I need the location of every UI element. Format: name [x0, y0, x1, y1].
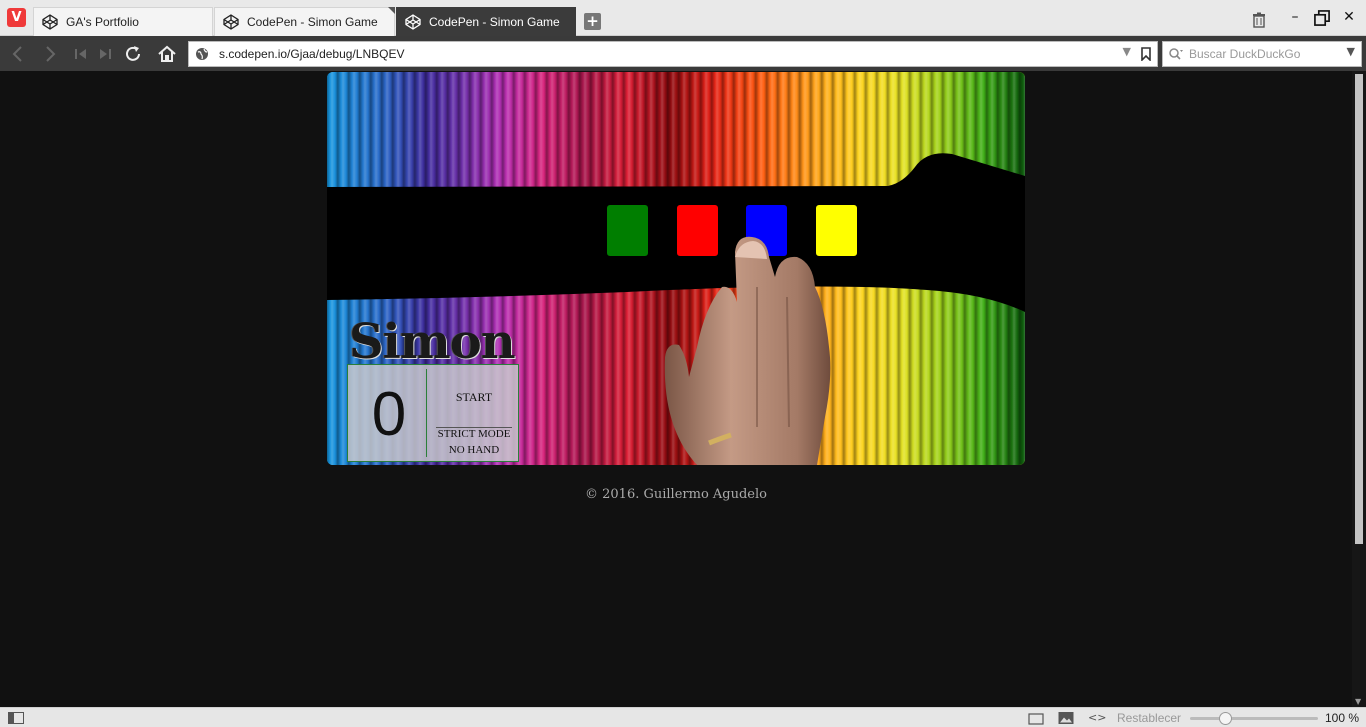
address-dropdown-icon[interactable]: ▼ [1123, 45, 1131, 58]
address-bar[interactable]: s.codepen.io/Gjaa/debug/LNBQEV ▼ [188, 41, 1158, 67]
search-placeholder: Buscar DuckDuckGo [1189, 47, 1301, 61]
bookmark-icon[interactable] [1141, 47, 1151, 61]
trash-icon[interactable] [1252, 12, 1266, 28]
minimize-icon[interactable]: – [1286, 8, 1304, 26]
tab-title: CodePen - Simon Game [429, 15, 560, 29]
tab-simon-game-active[interactable]: CodePen - Simon Game [396, 7, 576, 36]
control-panel: 0 START STRICT MODE NO HAND [347, 364, 519, 462]
codepen-icon [42, 14, 58, 30]
page-actions-icon[interactable]: <> [1088, 711, 1106, 725]
no-hand-button[interactable]: NO HAND [432, 444, 516, 456]
simon-game-board: Simon 0 START STRICT MODE NO HAND [327, 72, 1025, 465]
vivaldi-menu-icon[interactable]: V [7, 8, 26, 27]
zoom-reset-button[interactable]: Restablecer [1117, 711, 1181, 725]
game-title: Simon [349, 314, 516, 370]
start-button[interactable]: START [434, 390, 514, 405]
new-tab-button[interactable]: + [584, 13, 601, 30]
tab-bar: V GA's Portfolio CodePen - Simon Game Co… [0, 0, 1366, 36]
step-counter: 0 [371, 380, 407, 449]
status-bar: <> Restablecer 100 % [0, 707, 1366, 727]
zoom-slider-handle[interactable] [1219, 712, 1232, 725]
hand-image [664, 236, 831, 465]
panel-divider [426, 369, 427, 457]
close-icon[interactable]: ✕ [1340, 8, 1358, 26]
reload-icon[interactable] [122, 43, 144, 65]
address-url[interactable]: s.codepen.io/Gjaa/debug/LNBQEV [219, 47, 404, 61]
tab-title: CodePen - Simon Game [247, 15, 378, 29]
page-tiling-icon[interactable] [1028, 712, 1044, 726]
tab-corner-marker [388, 7, 395, 14]
images-icon[interactable] [1058, 711, 1074, 725]
tab-title: GA's Portfolio [66, 15, 139, 29]
strict-mode-button[interactable]: STRICT MODE [432, 428, 516, 440]
page-footer: © 2016. Guillermo Agudelo [585, 487, 767, 502]
search-dropdown-icon[interactable]: ▼ [1347, 45, 1355, 58]
search-field[interactable]: Buscar DuckDuckGo ▼ [1162, 41, 1362, 67]
forward-icon[interactable] [39, 43, 61, 65]
panel-toggle-icon[interactable] [8, 712, 24, 724]
page-viewport: Simon 0 START STRICT MODE NO HAND © 2016… [0, 71, 1352, 707]
restore-icon[interactable] [1313, 9, 1331, 27]
tab-simon-game-1[interactable]: CodePen - Simon Game [214, 7, 395, 36]
zoom-slider[interactable] [1190, 717, 1318, 720]
home-icon[interactable] [156, 43, 178, 65]
scrollbar-thumb[interactable] [1355, 74, 1363, 544]
codepen-icon [405, 14, 421, 30]
globe-icon [196, 48, 208, 60]
scroll-down-icon[interactable]: ▼ [1355, 697, 1361, 706]
rewind-icon[interactable] [70, 43, 92, 65]
codepen-icon [223, 14, 239, 30]
back-icon[interactable] [7, 43, 29, 65]
search-icon [1169, 48, 1183, 60]
green-pad-button[interactable] [607, 205, 648, 256]
zoom-level: 100 % [1325, 711, 1360, 725]
vertical-scrollbar[interactable]: ▼ [1352, 71, 1366, 707]
fast-forward-icon[interactable] [94, 43, 116, 65]
tab-portfolio[interactable]: GA's Portfolio [33, 7, 213, 36]
